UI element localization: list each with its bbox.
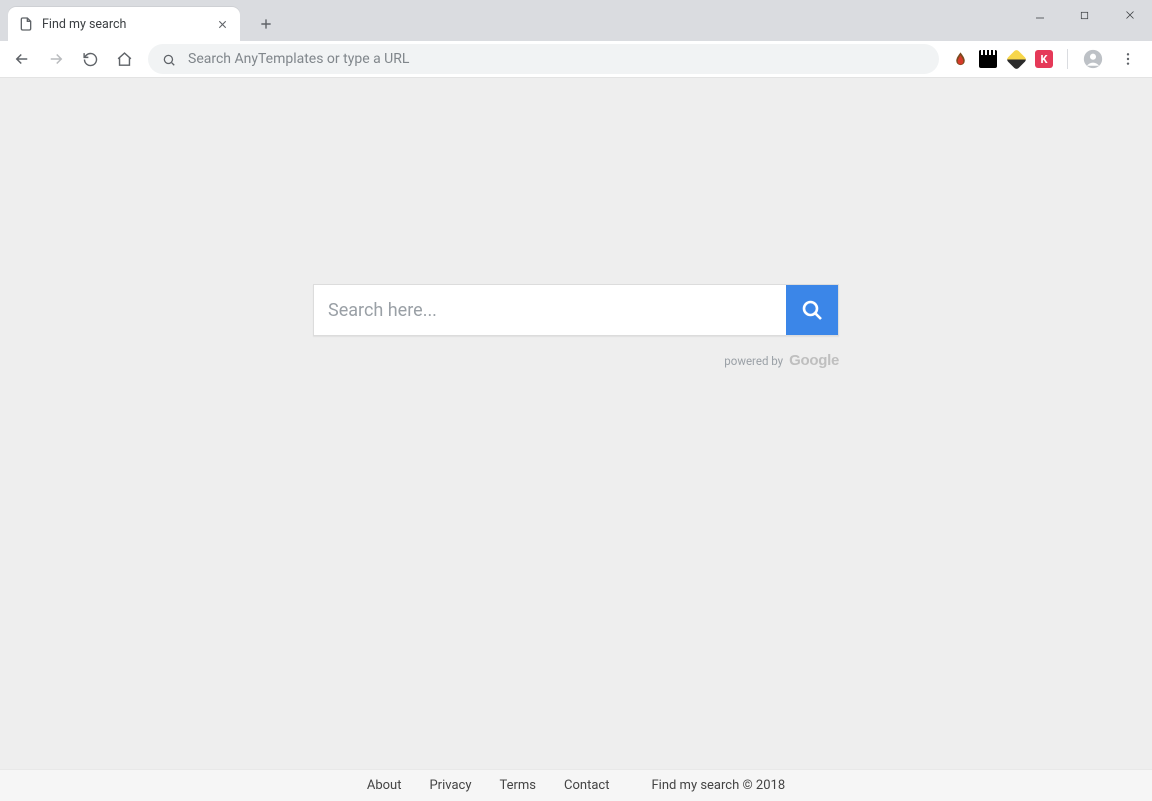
window-minimize-button[interactable] <box>1017 0 1062 30</box>
extension-icon-4[interactable]: K <box>1035 50 1053 68</box>
footer-link-contact[interactable]: Contact <box>564 778 609 793</box>
window-maximize-button[interactable] <box>1062 0 1107 30</box>
main-search-input[interactable] <box>314 285 786 335</box>
search-icon <box>162 52 176 66</box>
extension-icon-1[interactable] <box>951 50 969 68</box>
nav-back-button[interactable] <box>6 44 38 74</box>
browser-menu-button[interactable] <box>1114 45 1142 73</box>
tab-close-button[interactable] <box>214 16 230 32</box>
nav-forward-button[interactable] <box>40 44 72 74</box>
search-container: powered by Google <box>313 284 839 369</box>
nav-reload-button[interactable] <box>74 44 106 74</box>
page-icon <box>18 16 34 32</box>
tab-title: Find my search <box>42 17 206 32</box>
new-tab-button[interactable] <box>252 10 280 38</box>
window-close-button[interactable] <box>1107 0 1152 30</box>
extensions-row: K <box>947 45 1146 73</box>
powered-by-label: powered by Google <box>313 352 839 369</box>
nav-home-button[interactable] <box>108 44 140 74</box>
footer-link-terms[interactable]: Terms <box>499 778 536 793</box>
page-content: powered by Google About Privacy Terms Co… <box>0 78 1152 801</box>
toolbar-separator <box>1067 49 1068 69</box>
tab-strip: Find my search <box>0 0 280 41</box>
powered-by-text: powered by <box>724 354 783 368</box>
browser-titlebar: Find my search <box>0 0 1152 41</box>
extension-icon-3[interactable] <box>1007 50 1025 68</box>
page-footer: About Privacy Terms Contact Find my sear… <box>0 769 1152 801</box>
footer-link-privacy[interactable]: Privacy <box>429 778 471 793</box>
footer-copyright: Find my search © 2018 <box>651 778 785 793</box>
google-logo: Google <box>789 352 839 369</box>
browser-toolbar: K <box>0 41 1152 78</box>
main-search-button[interactable] <box>786 285 838 335</box>
omnibox-input[interactable] <box>188 51 925 67</box>
footer-link-about[interactable]: About <box>367 778 402 793</box>
main-search-bar <box>313 284 839 336</box>
omnibox[interactable] <box>148 44 939 74</box>
window-controls <box>1017 0 1152 30</box>
browser-tab[interactable]: Find my search <box>8 7 240 41</box>
extension-icon-2[interactable] <box>979 50 997 68</box>
profile-button[interactable] <box>1082 48 1104 70</box>
